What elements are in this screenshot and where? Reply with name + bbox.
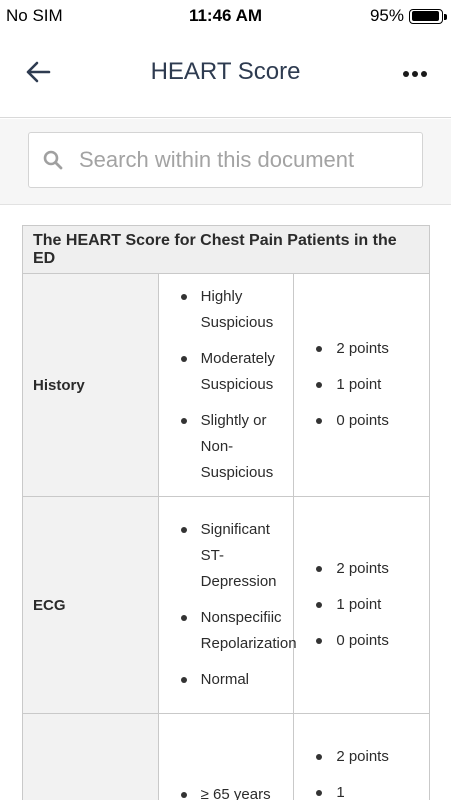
criteria-cell: ≥ 65 years <box>157 713 295 800</box>
battery-percent: 95% <box>369 6 404 25</box>
nav-bar: HEART Score <box>0 32 451 118</box>
points-item: 2 points <box>314 744 423 770</box>
more-dots-icon <box>403 71 427 77</box>
battery-fill <box>411 11 440 21</box>
points-cell: 2 points 1 <box>293 713 430 800</box>
list-item: Significant ST-Depression <box>179 517 284 595</box>
points-cell: 2 points 1 point 0 points <box>293 496 430 714</box>
points-item: 2 points <box>314 556 423 582</box>
list-item: Moderately Suspicious <box>179 346 284 398</box>
battery-icon <box>409 8 447 24</box>
battery-status: 95% <box>369 6 447 26</box>
row-label: History <box>22 273 159 497</box>
points-item: 0 points <box>314 628 423 654</box>
more-button[interactable] <box>397 54 433 94</box>
points-item: 1 point <box>314 372 423 398</box>
heart-score-table: The HEART Score for Chest Pain Patients … <box>22 225 430 800</box>
battery-cap <box>444 13 447 20</box>
table-row-age: ≥ 65 years 2 points 1 <box>22 713 430 800</box>
table-row-ecg: ECG Significant ST-Depression Nonspecifi… <box>22 496 430 714</box>
search-box[interactable] <box>28 132 423 188</box>
criteria-cell: Highly Suspicious Moderately Suspicious … <box>157 273 295 497</box>
status-bar: No SIM 11:46 AM 95% <box>0 0 451 32</box>
table-row-history: History Highly Suspicious Moderately Sus… <box>22 273 430 497</box>
row-label: ECG <box>22 496 159 714</box>
list-item: Highly Suspicious <box>179 284 284 336</box>
list-item: Normal <box>179 667 284 693</box>
points-item: 0 points <box>314 408 423 434</box>
criteria-cell: Significant ST-Depression Nonspecifiic R… <box>157 496 297 714</box>
points-item: 1 point <box>314 592 423 618</box>
points-item: 2 points <box>314 336 423 362</box>
list-item: Nonspecifiic Repolarization <box>179 605 297 657</box>
points-item: 1 <box>314 780 423 800</box>
row-label <box>22 713 159 800</box>
page-title: HEART Score <box>150 58 301 85</box>
table-caption: The HEART Score for Chest Pain Patients … <box>22 225 430 274</box>
search-icon <box>43 149 65 171</box>
list-item: Slightly or Non-Suspicious <box>179 408 284 486</box>
search-bar <box>0 119 451 205</box>
search-input[interactable] <box>79 147 399 173</box>
list-item: ≥ 65 years <box>179 782 284 800</box>
points-cell: 2 points 1 point 0 points <box>293 273 430 497</box>
